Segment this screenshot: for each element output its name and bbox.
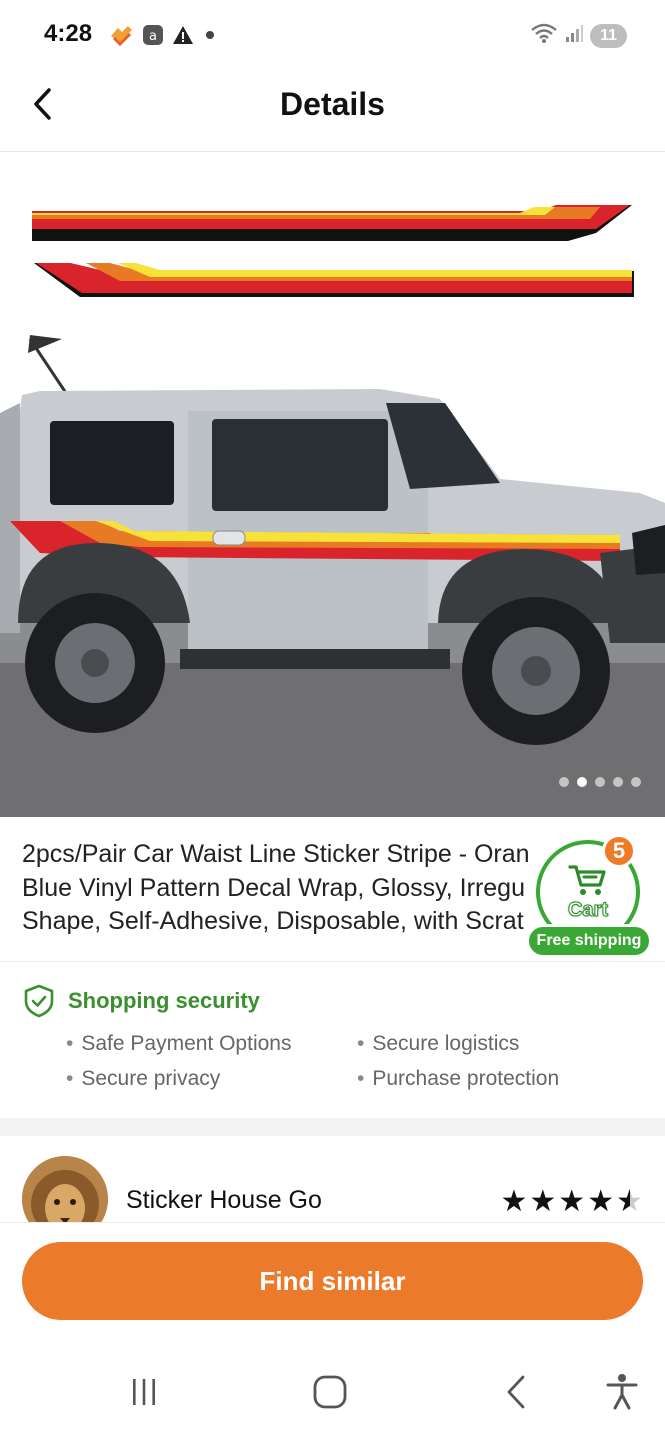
shield-check-icon bbox=[24, 984, 54, 1018]
gallery-dot bbox=[613, 777, 623, 787]
floating-cart-button[interactable]: Cart 5 Free shipping bbox=[526, 834, 652, 960]
product-image bbox=[0, 205, 665, 817]
system-nav-bar bbox=[0, 1342, 665, 1440]
home-button[interactable] bbox=[306, 1368, 354, 1416]
gallery-dot bbox=[559, 777, 569, 787]
security-title: Shopping security bbox=[68, 988, 260, 1013]
stripe-sticker-top bbox=[32, 205, 632, 241]
page-title: Details bbox=[280, 86, 385, 122]
seller-avatar[interactable] bbox=[22, 1156, 108, 1222]
product-image-gallery[interactable] bbox=[0, 153, 665, 817]
section-separator bbox=[0, 1118, 665, 1136]
security-item: Safe Payment Options bbox=[66, 1032, 291, 1056]
security-item: Secure privacy bbox=[66, 1067, 220, 1091]
status-icons-left: a bbox=[108, 24, 218, 51]
free-shipping-badge: Free shipping bbox=[526, 924, 652, 958]
cart-icon bbox=[568, 864, 606, 895]
recents-button[interactable] bbox=[120, 1368, 168, 1416]
cart-label: Cart bbox=[567, 898, 608, 921]
star-full-icon: ★ bbox=[529, 1185, 557, 1218]
security-item: Secure logistics bbox=[357, 1032, 519, 1056]
gallery-pagination bbox=[559, 777, 641, 787]
shopping-security-section[interactable]: Shopping security Safe Payment Options S… bbox=[0, 962, 665, 1118]
security-header: Shopping security bbox=[22, 984, 260, 1018]
seller-name: Sticker House Go bbox=[126, 1186, 322, 1214]
cart-count-badge: 5 bbox=[602, 834, 636, 868]
star-full-icon: ★ bbox=[500, 1185, 528, 1218]
svg-text:a: a bbox=[149, 29, 157, 44]
recents-icon bbox=[133, 1379, 155, 1405]
accessibility-icon bbox=[606, 1374, 638, 1410]
signal-icon bbox=[564, 23, 584, 48]
battery-icon: 11 bbox=[590, 23, 627, 48]
bottom-action-bar: Find similar bbox=[0, 1222, 665, 1342]
stripe-sticker-bottom bbox=[34, 263, 634, 297]
nav-back-button[interactable] bbox=[492, 1368, 540, 1416]
gallery-dot bbox=[595, 777, 605, 787]
header: Details bbox=[0, 72, 665, 152]
security-item: Purchase protection bbox=[357, 1067, 559, 1091]
star-full-icon: ★ bbox=[558, 1185, 586, 1218]
gallery-dot bbox=[631, 777, 641, 787]
seller-section[interactable]: Sticker House Go ★ ★ ★ ★ ★★ bbox=[0, 1136, 665, 1222]
star-full-icon: ★ bbox=[587, 1185, 615, 1218]
warning-icon bbox=[172, 25, 194, 50]
seller-rating: ★ ★ ★ ★ ★★ bbox=[500, 1184, 643, 1219]
home-icon bbox=[313, 1375, 347, 1409]
dot-icon bbox=[202, 27, 218, 48]
accessibility-button[interactable] bbox=[598, 1368, 646, 1416]
star-half-icon: ★★ bbox=[616, 1185, 643, 1218]
find-similar-button[interactable]: Find similar bbox=[22, 1242, 643, 1320]
wifi-icon bbox=[530, 22, 558, 49]
status-bar: 4:28 a 11 bbox=[0, 0, 665, 72]
status-time: 4:28 bbox=[44, 20, 93, 47]
gallery-dot-active bbox=[577, 777, 587, 787]
back-icon bbox=[507, 1375, 525, 1409]
app-icon: a bbox=[142, 24, 164, 51]
app-notification-icon bbox=[108, 24, 134, 51]
status-icons-right: 11 bbox=[530, 22, 627, 49]
